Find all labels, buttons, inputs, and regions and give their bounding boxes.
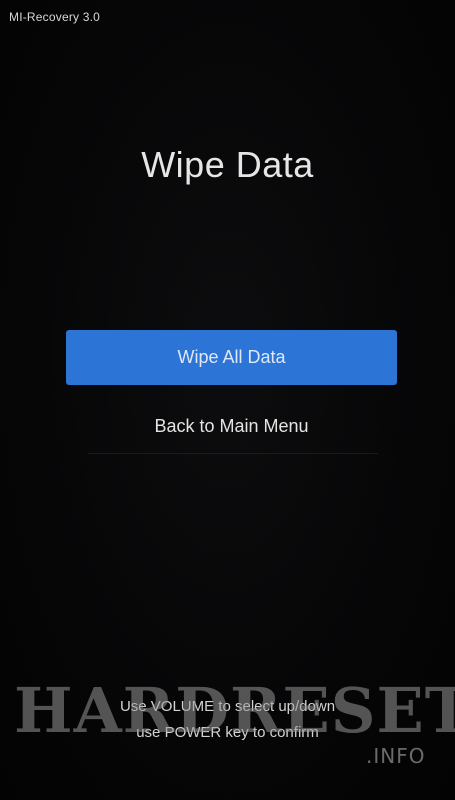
watermark-suffix: .INFO	[366, 744, 426, 768]
recovery-version-label: MI-Recovery 3.0	[9, 10, 101, 24]
menu-divider	[88, 453, 378, 454]
back-to-main-menu-label: Back to Main Menu	[154, 415, 309, 436]
recovery-screen: MI-Recovery 3.0 Wipe Data Wipe All Data …	[0, 0, 455, 800]
watermark-logo: HARDRESET	[14, 674, 455, 747]
page-title: Wipe Data	[141, 144, 314, 185]
wipe-all-data-button[interactable]: Wipe All Data	[66, 330, 397, 385]
wipe-all-data-label: Wipe All Data	[177, 347, 286, 367]
back-to-main-menu-button[interactable]: Back to Main Menu	[66, 400, 397, 452]
